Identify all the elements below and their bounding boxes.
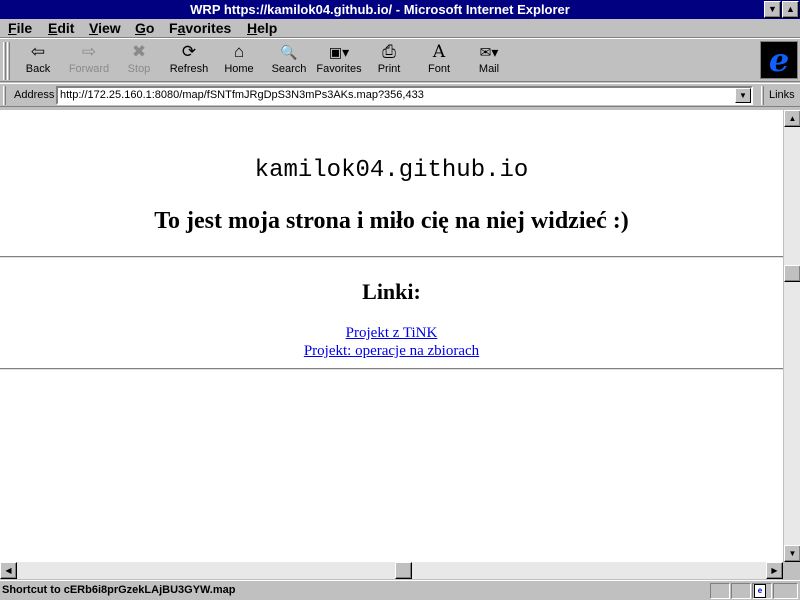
address-label: Address xyxy=(14,89,55,101)
font-icon: A xyxy=(432,42,446,62)
forward-button[interactable]: ⇨ Forward xyxy=(64,41,114,81)
refresh-button[interactable]: ⟳ Refresh xyxy=(164,41,214,81)
refresh-label: Refresh xyxy=(169,63,209,75)
search-icon: 🔍 xyxy=(280,44,298,60)
ie-logo[interactable]: e xyxy=(760,41,798,79)
stop-button[interactable]: ✖ Stop xyxy=(114,41,164,81)
status-text: Shortcut to cERb6i8prGzekLAjBU3GYW.map xyxy=(2,584,236,596)
menu-go-rest: o xyxy=(145,20,155,36)
refresh-icon: ⟳ xyxy=(181,42,197,61)
menu-help-rest: elp xyxy=(257,20,278,36)
horizontal-scroll-thumb[interactable] xyxy=(395,562,412,579)
menu-help[interactable]: Help xyxy=(247,20,277,36)
window-title: WRP https://kamilok04.github.io/ - Micro… xyxy=(190,2,570,17)
toolbar-grip[interactable] xyxy=(3,42,6,80)
status-bar: Shortcut to cERb6i8prGzekLAjBU3GYW.map e xyxy=(0,580,800,600)
internet-zone-icon: e xyxy=(754,584,766,598)
back-button[interactable]: ⇦ Back xyxy=(13,41,63,81)
mail-label: Mail xyxy=(478,63,500,75)
menu-go[interactable]: Go xyxy=(135,20,154,36)
toolbar-grip-2[interactable] xyxy=(7,42,10,80)
forward-icon: ⇨ xyxy=(81,42,97,61)
address-dropdown-button[interactable]: ▼ xyxy=(735,88,751,103)
scroll-left-button[interactable]: ◀ xyxy=(0,562,17,579)
menu-file-mnemonic: F xyxy=(8,20,17,36)
home-icon: ⌂ xyxy=(233,42,245,61)
divider-bottom xyxy=(0,368,783,370)
forward-label: Forward xyxy=(68,63,110,75)
menu-favorites-pre: F xyxy=(169,20,178,36)
page-subtitle: To jest moja strona i miło cię na niej w… xyxy=(154,208,629,234)
divider-top xyxy=(0,256,783,258)
menu-help-mnemonic: H xyxy=(247,20,258,36)
scroll-down-button[interactable]: ▼ xyxy=(784,545,800,562)
stop-icon: ✖ xyxy=(131,42,147,61)
font-label: Font xyxy=(427,63,450,75)
scroll-up-button[interactable]: ▲ xyxy=(784,110,800,127)
toolbar: ⇦ Back ⇨ Forward ✖ Stop ⟳ Refresh ⌂ Home… xyxy=(0,38,800,82)
link-projekt-tink[interactable]: Projekt z TiNK xyxy=(346,325,438,341)
address-input[interactable]: http://172.25.160.1:8080/map/fSNTfmJRgDp… xyxy=(56,86,753,105)
status-pane-1 xyxy=(710,583,730,599)
print-icon: ⎙ xyxy=(382,42,396,61)
favorites-button[interactable]: ▣▾ Favorites xyxy=(314,41,364,81)
menu-file[interactable]: File xyxy=(8,20,32,36)
print-label: Print xyxy=(377,63,401,75)
stop-label: Stop xyxy=(127,63,151,75)
page-heading: kamilok04.github.io xyxy=(254,157,529,184)
print-button[interactable]: ⎙ Print xyxy=(364,41,414,81)
menu-view-mnemonic: V xyxy=(89,20,99,36)
maximize-button[interactable]: ▲ xyxy=(782,1,799,18)
font-button[interactable]: A Font xyxy=(414,41,464,81)
scroll-corner xyxy=(783,562,800,579)
vertical-scrollbar[interactable]: ▲ ▼ xyxy=(783,110,800,562)
address-grip[interactable] xyxy=(3,86,6,105)
status-pane-2 xyxy=(731,583,751,599)
search-label: Search xyxy=(271,63,307,75)
menu-edit-rest: dit xyxy=(57,20,75,36)
menu-file-rest: ile xyxy=(16,20,33,36)
status-pane-4 xyxy=(773,583,798,599)
home-label: Home xyxy=(224,63,254,75)
search-button[interactable]: 🔍 Search xyxy=(264,41,314,81)
vertical-scroll-thumb[interactable] xyxy=(784,265,800,282)
favorites-icon: ▣▾ xyxy=(328,44,350,60)
mail-icon: ✉▾ xyxy=(479,44,499,60)
minimize-button[interactable]: ▼ xyxy=(764,1,781,18)
back-label: Back xyxy=(25,63,51,75)
favorites-label: Favorites xyxy=(316,63,362,75)
link-item: Projekt z TiNK xyxy=(0,325,783,342)
address-bar: Address http://172.25.160.1:8080/map/fSN… xyxy=(0,83,800,107)
menu-favorites-rest: vorites xyxy=(185,20,232,36)
ie-logo-icon: e xyxy=(768,41,790,79)
mail-button[interactable]: ✉▾ Mail xyxy=(464,41,514,81)
menu-favorites[interactable]: Favorites xyxy=(169,20,231,36)
scroll-right-button[interactable]: ▶ xyxy=(766,562,783,579)
back-icon: ⇦ xyxy=(30,42,46,61)
links-button[interactable]: Links xyxy=(769,89,795,101)
menu-view[interactable]: View xyxy=(89,20,121,36)
menu-go-mnemonic: G xyxy=(135,20,146,36)
links-grip[interactable] xyxy=(761,86,764,105)
link-projekt-zbiory[interactable]: Projekt: operacje na zbiorach xyxy=(304,343,479,359)
menu-edit[interactable]: Edit xyxy=(48,20,74,36)
page-viewport[interactable]: kamilok04.github.io To jest moja strona … xyxy=(0,110,783,562)
link-item: Projekt: operacje na zbiorach xyxy=(0,343,783,360)
menu-bar: File Edit View Go Favorites Help xyxy=(0,19,800,38)
home-button[interactable]: ⌂ Home xyxy=(214,41,264,81)
links-heading: Linki: xyxy=(362,279,421,304)
menu-view-rest: iew xyxy=(98,20,121,36)
horizontal-scrollbar[interactable]: ◀ ▶ xyxy=(0,562,783,579)
title-bar[interactable]: WRP https://kamilok04.github.io/ - Micro… xyxy=(0,0,800,19)
menu-edit-mnemonic: E xyxy=(48,20,58,36)
